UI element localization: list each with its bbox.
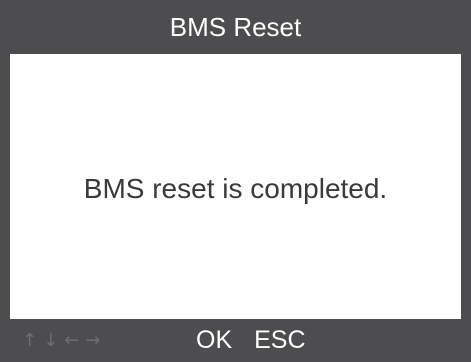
message-area: BMS reset is completed. bbox=[10, 54, 461, 319]
page-title: BMS Reset bbox=[169, 11, 302, 42]
status-message: BMS reset is completed. bbox=[83, 172, 388, 204]
right-frame bbox=[461, 54, 471, 319]
ok-button[interactable]: OK bbox=[196, 326, 232, 355]
arrow-up-icon[interactable]: ↑ bbox=[22, 331, 37, 350]
softkeys: OK ESC bbox=[196, 319, 306, 362]
arrow-right-icon[interactable]: → bbox=[85, 331, 100, 350]
bottom-bar: ↑ ↓ ← → OK ESC bbox=[0, 319, 471, 362]
esc-button[interactable]: ESC bbox=[254, 326, 305, 355]
title-bar: BMS Reset bbox=[0, 0, 471, 54]
arrow-left-icon[interactable]: ← bbox=[64, 331, 79, 350]
bms-reset-screen: BMS Reset BMS reset is completed. ↑ ↓ ← … bbox=[0, 0, 471, 362]
arrow-down-icon[interactable]: ↓ bbox=[43, 331, 58, 350]
left-frame bbox=[0, 54, 10, 319]
nav-arrows: ↑ ↓ ← → bbox=[22, 319, 100, 362]
